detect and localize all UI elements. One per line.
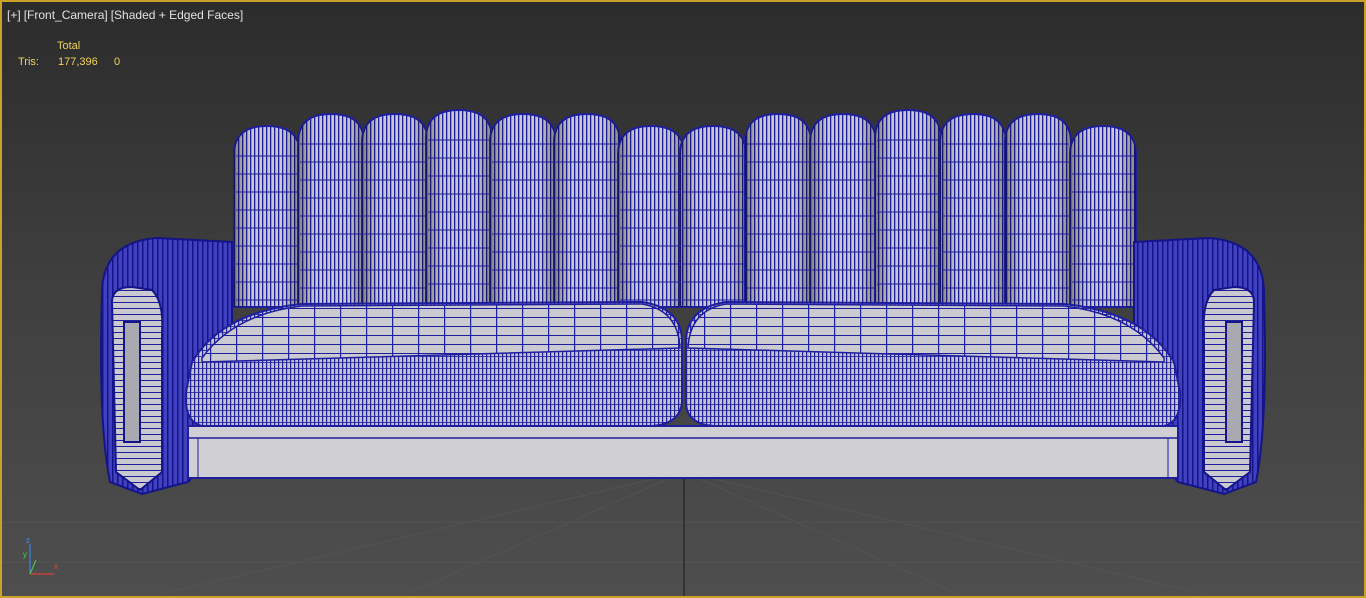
back-cushions (233, 108, 1137, 308)
viewport-menu-plus[interactable]: [+] (7, 8, 21, 22)
stats-tris-total: 177,396 (58, 56, 98, 68)
stats-tris-selected: 0 (114, 56, 121, 68)
stats-tris-row: Tris: 177,396 0 (18, 56, 120, 68)
stats-tris-label: Tris: (18, 56, 39, 68)
viewport-scene[interactable] (2, 2, 1364, 596)
sofa-base (187, 425, 1179, 479)
back-cushion-shade (745, 114, 811, 307)
back-cushion-shade (362, 114, 428, 307)
ground-grid (2, 471, 1364, 596)
axis-x-label: x (54, 562, 58, 571)
seat-cushion-right (685, 300, 1182, 427)
viewport-shading-label[interactable]: [Shaded + Edged Faces] (111, 8, 243, 22)
stats-total-header: Total (57, 40, 81, 52)
back-cushion-shade (1005, 114, 1071, 307)
back-cushion-shade (1070, 126, 1136, 307)
axis-z-label: z (26, 536, 30, 545)
back-cushion-shade (490, 114, 556, 307)
back-cushion-shade (298, 114, 364, 307)
front-camera-viewport[interactable]: [+] [Front_Camera] [Shaded + Edged Faces] … (0, 0, 1366, 598)
back-cushion-shade (554, 114, 620, 307)
back-cushion-shade (940, 114, 1006, 307)
axis-gizmo: z y x (20, 534, 70, 580)
viewport-label[interactable]: [+] [Front_Camera] [Shaded + Edged Faces] (7, 8, 246, 22)
viewport-camera-label[interactable]: [Front_Camera] (24, 8, 108, 22)
back-cushion-shade (810, 114, 876, 307)
axis-y-label: y (23, 550, 27, 559)
back-cushion-shade (680, 126, 746, 307)
back-cushion-shade (234, 126, 300, 307)
seat-cushion-left (184, 300, 683, 427)
back-cushion-shade (618, 126, 684, 307)
